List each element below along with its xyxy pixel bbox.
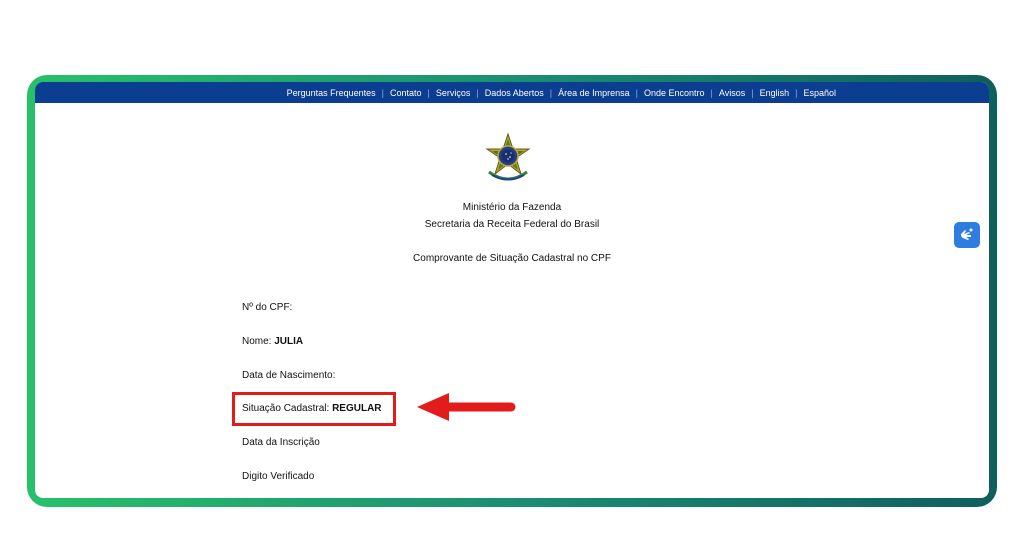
name-label: Nome: bbox=[242, 336, 272, 347]
document-title: Comprovante de Situação Cadastral no CPF bbox=[413, 253, 611, 264]
inscription-date-field: Data da Inscrição bbox=[242, 437, 320, 448]
birth-date-field: Data de Nascimento: bbox=[242, 370, 335, 381]
check-digit-label: Digito Verificado bbox=[242, 471, 315, 482]
nav-separator: | bbox=[635, 87, 638, 98]
nav-separator: | bbox=[710, 87, 713, 98]
cpf-label: Nº do CPF: bbox=[242, 302, 293, 313]
nav-item-spanish[interactable]: Español bbox=[803, 88, 836, 98]
sign-language-icon bbox=[961, 228, 973, 240]
brazil-coat-of-arms-icon bbox=[485, 132, 531, 181]
name-value: JULIA bbox=[274, 336, 304, 347]
top-navigation: Perguntas Frequentes | Contato | Serviço… bbox=[35, 82, 989, 103]
nav-item-contact[interactable]: Contato bbox=[390, 88, 422, 98]
nav-item-notices[interactable]: Avisos bbox=[719, 88, 745, 98]
birth-date-label: Data de Nascimento: bbox=[242, 370, 336, 381]
nav-separator: | bbox=[751, 87, 754, 98]
secretariat-title: Secretaria da Receita Federal do Brasil bbox=[424, 219, 600, 230]
nav-item-english[interactable]: English bbox=[760, 88, 790, 98]
check-digit-field: Digito Verificado bbox=[242, 471, 314, 482]
cpf-field: Nº do CPF: bbox=[242, 302, 292, 313]
nav-separator: | bbox=[549, 87, 553, 98]
nav-item-services[interactable]: Serviços bbox=[436, 88, 471, 98]
nav-item-open-data[interactable]: Dados Abertos bbox=[485, 88, 544, 98]
name-field: Nome: JULIA bbox=[242, 336, 303, 347]
nav-separator: | bbox=[795, 87, 798, 98]
nav-item-press[interactable]: Área de Imprensa bbox=[558, 88, 630, 98]
inscription-date-label: Data da Inscrição bbox=[242, 437, 320, 448]
nav-separator: | bbox=[427, 87, 430, 98]
ministry-title: Ministério da Fazenda bbox=[462, 202, 562, 213]
nav-item-faq[interactable]: Perguntas Frequentes bbox=[287, 88, 376, 98]
browser-screen: Perguntas Frequentes | Contato | Serviço… bbox=[35, 82, 989, 498]
nav-separator: | bbox=[476, 87, 479, 98]
nav-separator: | bbox=[381, 87, 384, 98]
status-highlight-box bbox=[232, 392, 396, 426]
arrow-left-icon bbox=[417, 393, 516, 421]
accessibility-button[interactable] bbox=[954, 222, 980, 248]
nav-item-where-to-find[interactable]: Onde Encontro bbox=[644, 88, 705, 98]
